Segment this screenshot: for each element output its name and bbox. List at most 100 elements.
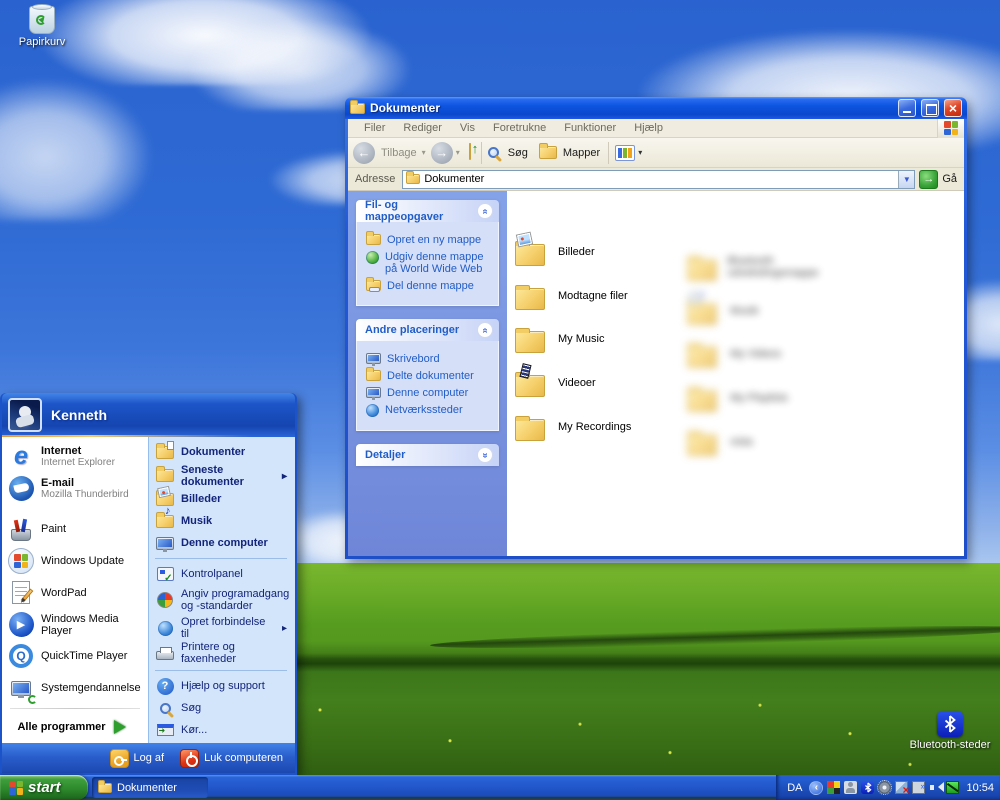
chevron-up-icon[interactable] [477, 203, 493, 219]
language-indicator[interactable]: DA [784, 781, 805, 795]
network-places-link[interactable]: Netværkssteder [366, 404, 493, 417]
menu-edit[interactable]: Rediger [394, 122, 451, 134]
share-folder-link[interactable]: Del denne mappe [366, 280, 493, 292]
new-folder-link[interactable]: Opret en ny mappe [366, 234, 493, 246]
minimize-button[interactable] [898, 99, 916, 117]
forward-button[interactable]: → [431, 142, 453, 164]
folders-label[interactable]: Mapper [563, 147, 600, 159]
my-computer-link[interactable]: Denne computer [366, 387, 493, 399]
item-label: E-mail [41, 477, 129, 489]
menu-favorites[interactable]: Foretrukne [484, 122, 555, 134]
system-restore-item[interactable]: Systemgendannelse [4, 672, 146, 704]
forward-dropdown-icon[interactable]: ▾ [456, 148, 460, 157]
chevron-up-icon[interactable] [477, 322, 493, 338]
log-off-button[interactable]: Log af [110, 749, 165, 768]
back-dropdown-icon[interactable]: ▾ [422, 148, 426, 157]
go-button[interactable]: → [919, 170, 938, 189]
color-app-tray-icon[interactable] [827, 781, 840, 794]
help-support-item[interactable]: ? Hjælp og support [153, 675, 293, 697]
bluetooth-tray-icon[interactable] [861, 781, 874, 794]
control-panel-icon [155, 566, 175, 582]
maximize-button[interactable] [921, 99, 939, 117]
folders-icon[interactable] [539, 146, 557, 159]
desktop-link[interactable]: Skrivebord [366, 353, 493, 365]
submenu-arrow-icon [282, 470, 291, 482]
file-item[interactable]: vista [687, 372, 857, 512]
separator [10, 708, 140, 709]
shut-down-button[interactable]: Luk computeren [180, 749, 283, 768]
address-dropdown-button[interactable]: ▼ [898, 171, 914, 188]
toolbar-separator [481, 142, 482, 164]
security-gear-tray-icon[interactable] [878, 781, 891, 794]
item-label: WordPad [41, 587, 87, 599]
windows-media-player-item[interactable]: ▶ Windows Media Player [4, 609, 146, 641]
program-access-icon [155, 592, 175, 608]
explorer-window: Dokumenter Filer Rediger Vis Foretrukne … [345, 97, 967, 559]
shared-documents-link[interactable]: Delte dokumenter [366, 370, 493, 382]
internet-item[interactable]: e InternetInternet Explorer [4, 441, 146, 473]
views-button[interactable] [615, 145, 635, 161]
tray-collapse-chevron-icon[interactable]: ‹ [809, 781, 823, 795]
windows-logo-icon [938, 119, 964, 138]
graphics-utility-tray-icon[interactable] [946, 781, 959, 794]
other-places-title: Andre placeringer [365, 324, 459, 336]
file-label: My Recordings [558, 421, 631, 433]
menu-view[interactable]: Vis [451, 122, 484, 134]
music-item[interactable]: ♪ Musik [153, 510, 293, 532]
chevron-down-icon[interactable] [477, 447, 493, 463]
close-button[interactable] [944, 99, 962, 117]
share-folder-icon [366, 280, 381, 291]
windows-update-item[interactable]: Windows Update [4, 545, 146, 577]
volume-tray-icon[interactable] [929, 781, 942, 794]
title-bar[interactable]: Dokumenter [345, 97, 967, 119]
views-dropdown-icon[interactable]: ▾ [638, 148, 642, 157]
search-item[interactable]: Søg [153, 697, 293, 719]
menu-help[interactable]: Hjælp [625, 122, 672, 134]
printers-item[interactable]: Printere og faxenheder [153, 641, 293, 666]
documents-item[interactable]: Dokumenter [153, 441, 293, 463]
pictures-item[interactable]: Billeder [153, 488, 293, 510]
quicktime-item[interactable]: Q QuickTime Player [4, 640, 146, 672]
bluetooth-places-desktop-icon[interactable]: Bluetooth-steder [908, 711, 992, 751]
computer-icon [366, 387, 381, 398]
wireless-monitor-tray-icon[interactable] [912, 781, 925, 794]
control-panel-item[interactable]: Kontrolpanel [153, 563, 293, 585]
recent-documents-item[interactable]: Seneste dokumenter [153, 463, 293, 488]
menu-file[interactable]: Filer [355, 122, 394, 134]
search-icon[interactable] [488, 147, 499, 158]
desktop-link-label: Skrivebord [387, 353, 440, 365]
up-button[interactable]: ↑ [469, 147, 471, 159]
my-computer-item[interactable]: Denne computer [153, 532, 293, 554]
wordpad-item[interactable]: WordPad [4, 577, 146, 609]
back-button[interactable]: ← [353, 142, 375, 164]
file-tasks-header[interactable]: Fil- og mappeopgaver [356, 200, 499, 222]
address-input[interactable]: Dokumenter ▼ [402, 170, 915, 189]
recent-documents-folder-icon [155, 468, 175, 484]
clock[interactable]: 10:54 [963, 782, 994, 794]
item-label: Paint [41, 523, 66, 535]
taskbar-window-label: Dokumenter [117, 782, 177, 794]
start-button[interactable]: start [0, 775, 88, 800]
paint-item[interactable]: Paint [4, 513, 146, 545]
run-item[interactable]: Kør... [153, 719, 293, 741]
details-header[interactable]: Detaljer [356, 444, 499, 466]
user-status-tray-icon[interactable] [844, 781, 857, 794]
connect-to-item[interactable]: Opret forbindelse til [153, 615, 293, 640]
file-item[interactable]: My Recordings [515, 372, 685, 482]
paint-icon [7, 515, 35, 543]
desktop: Papirkurv Bluetooth-steder Dokumenter Fi… [0, 0, 1000, 800]
program-access-item[interactable]: Angiv programadgang og -standarder [153, 585, 293, 615]
documents-folder-icon [155, 444, 175, 460]
other-places-header[interactable]: Andre placeringer [356, 319, 499, 341]
address-value[interactable]: Dokumenter [424, 173, 894, 185]
menu-tools[interactable]: Funktioner [555, 122, 625, 134]
all-programs-button[interactable]: Alle programmer [4, 713, 146, 741]
publish-folder-link[interactable]: Udgiv denne mappe på World Wide Web [366, 251, 493, 275]
file-tasks-body: Opret en ny mappe Udgiv denne mappe på W… [356, 222, 499, 306]
my-computer-label: Denne computer [387, 387, 468, 399]
search-label[interactable]: Søg [508, 147, 528, 159]
recycle-bin-desktop-icon[interactable]: Papirkurv [0, 6, 84, 48]
taskbar-window-button[interactable]: Dokumenter [92, 777, 208, 798]
network-disconnected-tray-icon[interactable] [895, 781, 908, 794]
email-item[interactable]: E-mailMozilla Thunderbird [4, 473, 146, 505]
